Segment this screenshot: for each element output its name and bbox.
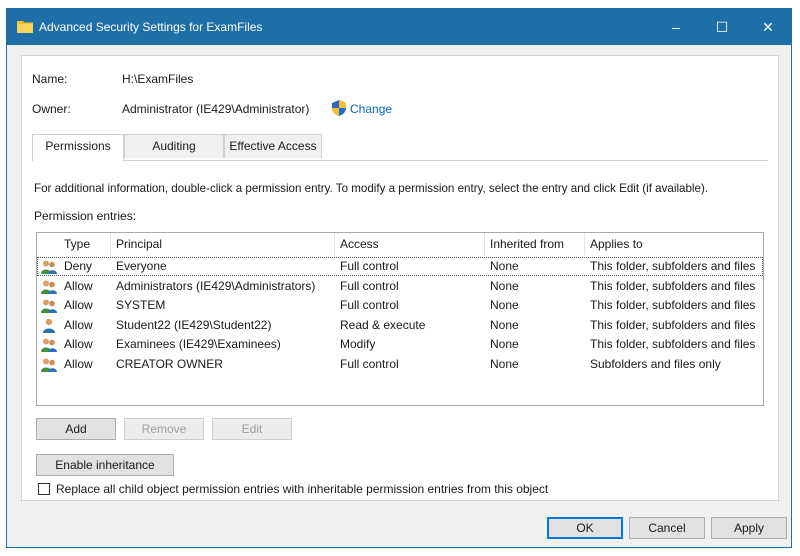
replace-child-permissions-checkbox[interactable] (38, 483, 50, 495)
info-text: For additional information, double-click… (34, 182, 709, 195)
title-bar[interactable]: Advanced Security Settings for ExamFiles… (7, 9, 791, 45)
remove-button[interactable]: Remove (124, 418, 204, 440)
ok-button[interactable]: OK (547, 517, 623, 539)
name-label: Name: (32, 72, 68, 86)
column-applies-to[interactable]: Applies to (585, 233, 763, 255)
row-type: Allow (64, 317, 93, 332)
row-principal: Examinees (IE429\Examinees) (116, 337, 281, 351)
maximize-button[interactable]: ☐ (699, 9, 745, 45)
row-access: Modify (340, 337, 376, 351)
column-principal[interactable]: Principal (111, 233, 335, 255)
row-access: Full control (340, 356, 399, 371)
minimize-button[interactable]: – (653, 9, 699, 45)
group-icon (41, 338, 57, 352)
column-inherited-from[interactable]: Inherited from (485, 233, 585, 255)
row-inherited-from: None (490, 337, 519, 351)
maximize-icon: ☐ (715, 19, 729, 35)
table-row[interactable]: Deny Everyone Full control None This folder,… (37, 257, 763, 276)
row-access: Full control (340, 278, 399, 293)
row-principal: Administrators (IE429\Administrators) (116, 278, 316, 293)
apply-button[interactable]: Apply (711, 517, 787, 539)
name-value: H:\ExamFiles (122, 72, 194, 86)
tab-auditing[interactable]: Auditing (124, 134, 224, 158)
row-inherited-from: None (490, 317, 519, 332)
row-applies-to: This folder, subfolders and files (590, 298, 756, 312)
add-button[interactable]: Add (36, 418, 116, 440)
minimize-icon: – (672, 19, 680, 35)
row-inherited-from: None (490, 259, 519, 273)
row-type: Deny (64, 259, 93, 273)
table-row[interactable]: Allow Administrators (IE429\Administrator… (37, 277, 763, 296)
row-applies-to: This folder, subfolders and files (590, 317, 756, 332)
close-button[interactable]: ✕ (745, 9, 791, 45)
tab-effective-access[interactable]: Effective Access (224, 134, 322, 158)
group-icon (41, 280, 57, 294)
row-type: Allow (64, 298, 93, 312)
advanced-security-window: Advanced Security Settings for ExamFiles… (6, 8, 792, 548)
dialog-content: Name: H:\ExamFiles Owner: Administrator … (21, 55, 779, 501)
row-principal: Student22 (IE429\Student22) (116, 317, 272, 332)
owner-value: Administrator (IE429\Administrator) (122, 102, 310, 116)
row-inherited-from: None (490, 298, 519, 312)
column-access[interactable]: Access (335, 233, 485, 255)
user-icon (43, 318, 55, 333)
group-icon (41, 299, 57, 313)
folder-icon (17, 21, 33, 33)
list-header: Type Principal Access Inherited from App… (37, 233, 763, 255)
row-inherited-from: None (490, 356, 519, 371)
row-type: Allow (64, 356, 93, 371)
permission-entries-list[interactable]: Type Principal Access Inherited from App… (36, 232, 764, 406)
enable-inheritance-button[interactable]: Enable inheritance (36, 454, 174, 476)
row-applies-to: This folder, subfolders and files (590, 337, 756, 351)
row-access: Read & execute (340, 317, 426, 332)
cancel-button[interactable]: Cancel (629, 517, 705, 539)
table-row[interactable]: Allow Student22 (IE429\Student22) Read & e… (37, 316, 763, 335)
group-icon (41, 260, 57, 274)
group-icon (41, 358, 57, 372)
close-icon: ✕ (762, 19, 774, 35)
window-title: Advanced Security Settings for ExamFiles (39, 20, 263, 34)
row-type: Allow (64, 337, 93, 351)
replace-child-permissions-label[interactable]: Replace all child object permission entr… (56, 482, 548, 496)
table-row[interactable]: Allow Examinees (IE429\Examinees) Modify No… (37, 335, 763, 354)
owner-label: Owner: (32, 102, 71, 116)
entries-label: Permission entries: (34, 209, 137, 223)
row-access: Full control (340, 298, 399, 312)
tab-permissions[interactable]: Permissions (32, 134, 124, 161)
row-principal: SYSTEM (116, 298, 166, 312)
row-principal: Everyone (116, 259, 167, 273)
row-applies-to: Subfolders and files only (590, 356, 721, 371)
row-inherited-from: None (490, 278, 519, 293)
row-type: Allow (64, 278, 93, 293)
row-access: Full control (340, 259, 399, 273)
table-row[interactable]: Allow SYSTEM Full control None This folder, … (37, 296, 763, 315)
table-row[interactable]: Allow CREATOR OWNER Full control None Subfol… (37, 355, 763, 374)
row-applies-to: This folder, subfolders and files (590, 278, 756, 293)
shield-icon (332, 100, 346, 116)
edit-button[interactable]: Edit (212, 418, 292, 440)
column-type[interactable]: Type (59, 233, 111, 255)
row-principal: CREATOR OWNER (116, 356, 223, 371)
row-applies-to: This folder, subfolders and files (590, 259, 756, 273)
change-owner-link[interactable]: Change (350, 102, 392, 116)
